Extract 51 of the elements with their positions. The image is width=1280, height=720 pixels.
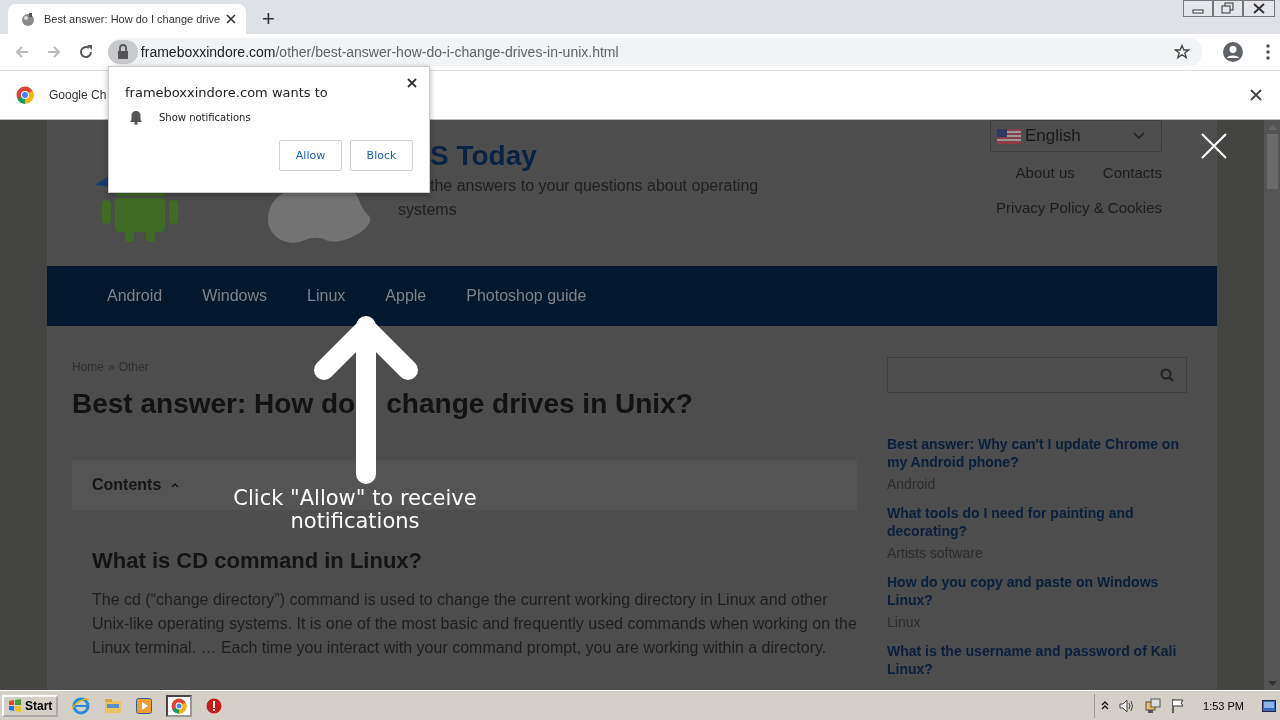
favicon-icon [20, 11, 36, 27]
close-icon[interactable] [1243, 0, 1275, 17]
clock: 1:53 PM [1203, 699, 1244, 712]
contents-toggle[interactable]: Contents [92, 476, 180, 494]
close-icon[interactable] [226, 14, 236, 24]
article-title: Best answer: How do change drives in Unix? [72, 387, 694, 421]
breadcrumb-separator: » [108, 360, 115, 374]
star-icon[interactable] [1174, 44, 1191, 60]
section-heading: What is CD command in Linux? [92, 548, 423, 574]
chevron-down-icon [1133, 132, 1145, 140]
account-icon[interactable] [1222, 41, 1244, 63]
reload-icon[interactable] [77, 44, 94, 60]
block-button[interactable]: Block [350, 140, 413, 171]
infobar-text: Google Ch [49, 88, 107, 102]
show-desktop-icon[interactable] [1262, 699, 1276, 712]
url-text: frameboxxindore.com/other/best-answer-how-do-i-change-drives-in-unix.html [140, 44, 619, 60]
hint-text: Click "Allow" to receive notifications [232, 487, 478, 533]
chrome-taskbar-button[interactable] [166, 694, 193, 717]
flag-icon [997, 128, 1021, 144]
address-bar[interactable]: frameboxxindore.com/other/best-answer-how-do-i-change-drives-in-unix.html [107, 38, 1203, 66]
media-player-icon[interactable] [136, 697, 153, 714]
bell-icon [129, 110, 143, 125]
stop-sign-icon[interactable] [206, 697, 223, 714]
popup-title: frameboxxindore.com wants to [125, 85, 329, 100]
restore-icon[interactable] [1213, 0, 1243, 17]
menu-icon[interactable] [1266, 44, 1270, 60]
site-title: S Today [429, 140, 538, 172]
speaker-icon[interactable] [1119, 698, 1136, 713]
flag-icon[interactable] [1171, 698, 1186, 713]
nav-link[interactable]: Linux [307, 287, 346, 306]
close-icon[interactable] [1250, 89, 1262, 101]
tab-title: Best answer: How do I change drive [44, 13, 222, 25]
scrollbar[interactable] [1264, 120, 1280, 690]
new-tab-button[interactable]: + [262, 6, 275, 32]
minimize-icon[interactable] [1183, 0, 1213, 17]
windows-logo-icon [8, 699, 22, 712]
nav-link[interactable]: Photoshop guide [466, 287, 587, 306]
allow-button[interactable]: Allow [279, 140, 342, 171]
start-button[interactable]: Start [2, 694, 59, 717]
close-icon[interactable] [407, 78, 417, 88]
nav-link[interactable]: Windows [202, 287, 268, 306]
chrome-logo-icon [171, 697, 188, 714]
nav-link[interactable]: Apple [385, 287, 427, 306]
network-icon[interactable] [1145, 697, 1162, 714]
permission-label: Show notifications [159, 112, 251, 123]
chrome-logo-icon [16, 86, 34, 104]
browser-tab[interactable]: Best answer: How do I change drive [8, 4, 246, 34]
nav-link[interactable]: Android [107, 287, 163, 306]
lock-icon [107, 40, 138, 64]
chevron-up-icon[interactable] [1101, 701, 1110, 710]
search-field[interactable] [887, 357, 1187, 393]
